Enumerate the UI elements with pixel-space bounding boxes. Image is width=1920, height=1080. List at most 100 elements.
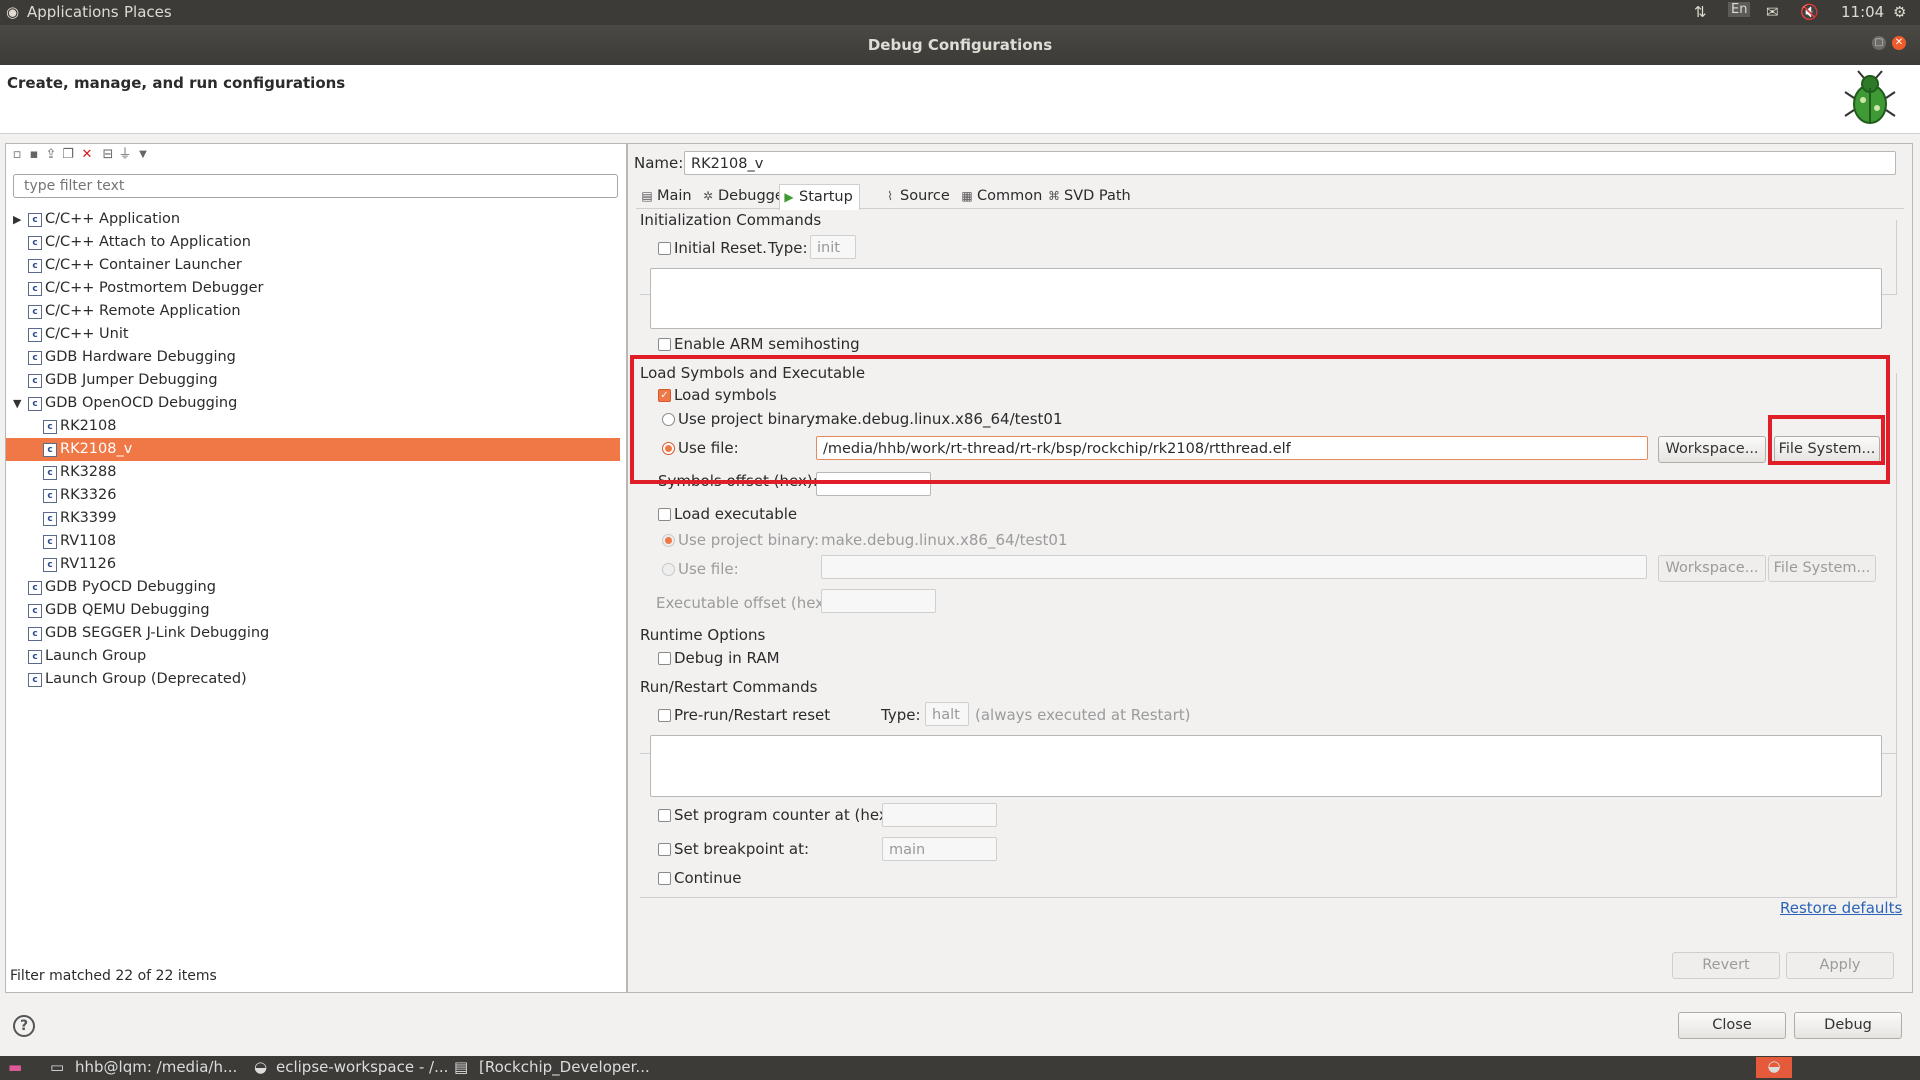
help-icon[interactable]: ? (13, 1015, 35, 1037)
tree-item[interactable]: c RK3288 (6, 461, 620, 484)
tree-item[interactable]: c Launch Group (6, 645, 620, 668)
exec-file-input[interactable] (821, 555, 1647, 579)
exec-project-binary-value: make.debug.linux.x86_64/test01 (821, 531, 1068, 549)
chevron-down-icon[interactable]: ▼ (136, 148, 150, 162)
window-titlebar[interactable]: Debug Configurations ▢ ✕ (0, 25, 1920, 65)
tab-startup[interactable]: ▶ Startup (779, 184, 860, 210)
svd-icon: ⌘ (1048, 189, 1060, 203)
tree-item[interactable]: c RK3399 (6, 507, 620, 530)
keyboard-layout-indicator[interactable]: En (1728, 2, 1751, 17)
semihosting-checkbox[interactable] (658, 338, 671, 351)
delete-icon[interactable]: ✕ (80, 148, 94, 162)
tree-item[interactable]: c Launch Group (Deprecated) (6, 668, 620, 691)
tab-debugger[interactable]: ✲ Debugger (701, 184, 790, 208)
tree-item[interactable]: c RV1126 (6, 553, 620, 576)
tree-item-label: C/C++ Application (45, 211, 181, 227)
bug-small-icon: ✲ (702, 189, 714, 203)
close-button[interactable]: Close (1678, 1012, 1786, 1039)
tree-item[interactable]: c GDB SEGGER J-Link Debugging (6, 622, 620, 645)
tree-item[interactable]: c GDB Hardware Debugging (6, 346, 620, 369)
executable-offset-input[interactable] (821, 589, 936, 613)
run-type-input[interactable]: halt (925, 702, 969, 726)
filter-icon[interactable]: ⏚ (118, 148, 132, 162)
play-icon: ▶ (784, 190, 794, 204)
tree-item[interactable]: c RK2108_v (6, 438, 620, 461)
set-pc-input[interactable] (882, 803, 997, 827)
collapse-all-icon[interactable]: ⊟ (101, 148, 115, 162)
tree-item[interactable]: c GDB PyOCD Debugging (6, 576, 620, 599)
run-commands-textarea[interactable] (650, 735, 1882, 797)
load-executable-checkbox[interactable] (658, 508, 671, 521)
exec-use-file-radio[interactable] (662, 563, 675, 576)
tab-common[interactable]: ▦ Common (960, 184, 1042, 208)
exec-filesystem-button[interactable]: File System... (1768, 555, 1876, 582)
eclipse-icon: ◒ (254, 1058, 268, 1076)
tree-item[interactable]: c GDB QEMU Debugging (6, 599, 620, 622)
init-type-label: Type: (768, 239, 808, 257)
tree-item[interactable]: c C/C++ Container Launcher (6, 254, 620, 277)
new-configuration-icon[interactable]: ▫ (10, 148, 24, 162)
tree-item[interactable]: ▼ c GDB OpenOCD Debugging (6, 392, 620, 415)
init-commands-textarea[interactable] (650, 268, 1882, 329)
tree-item[interactable]: c C/C++ Remote Application (6, 300, 620, 323)
debug-button[interactable]: Debug (1794, 1012, 1902, 1039)
mail-icon[interactable]: ✉ (1766, 3, 1779, 21)
configuration-tree-panel: ▫ ▪ ⇪ ❐ ✕ ⊟ ⏚ ▼ ▶cC/C++ ApplicationcC/C+… (5, 143, 627, 993)
export-icon[interactable]: ⇪ (44, 148, 58, 162)
tree-item[interactable]: ▶ c C/C++ Application (6, 208, 620, 231)
apply-button[interactable]: Apply (1786, 952, 1894, 979)
close-icon[interactable]: ✕ (1892, 36, 1906, 50)
tree-item-label: C/C++ Remote Application (45, 303, 241, 319)
tab-svd-path[interactable]: ⌘ SVD Path (1047, 184, 1131, 208)
debug-in-ram-checkbox[interactable] (658, 652, 671, 665)
tree-item[interactable]: c GDB Jumper Debugging (6, 369, 620, 392)
exec-workspace-button[interactable]: Workspace... (1658, 555, 1766, 582)
terminal-icon: ▭ (50, 1058, 65, 1076)
tree-item[interactable]: c RK3326 (6, 484, 620, 507)
pre-run-checkbox[interactable] (658, 709, 671, 722)
document-icon: ▤ (641, 189, 653, 203)
exec-project-binary-radio[interactable] (662, 534, 675, 547)
tab-source[interactable]: ⌇ Source (883, 184, 950, 208)
gear-icon[interactable]: ⚙ (1893, 3, 1906, 21)
duplicate-icon[interactable]: ❐ (61, 148, 75, 162)
name-input[interactable]: RK2108_v (684, 151, 1896, 175)
new-prototype-icon[interactable]: ▪ (27, 148, 41, 162)
top-panel: ◉ Applications Places ⇅ En ✉ 🔇 11:04 ⚙ (0, 0, 1920, 25)
clock[interactable]: 11:04 (1841, 3, 1884, 21)
run-type-note: (always executed at Restart) (975, 706, 1191, 724)
tree-item-label: GDB SEGGER J-Link Debugging (45, 625, 270, 641)
workspace-switcher-icon[interactable]: ◒ (1756, 1057, 1792, 1078)
tree-item[interactable]: c RK2108 (6, 415, 620, 438)
tree-item[interactable]: c C/C++ Attach to Application (6, 231, 620, 254)
initial-reset-checkbox[interactable] (658, 242, 671, 255)
filter-input[interactable] (13, 174, 618, 198)
launch-config-icon: c (43, 535, 57, 549)
set-breakpoint-checkbox[interactable] (658, 843, 671, 856)
tree-item[interactable]: c RV1108 (6, 530, 620, 553)
taskbar-item-terminal[interactable]: hhb@lqm: /media/h... (75, 1058, 237, 1076)
set-breakpoint-input[interactable]: main (882, 837, 997, 861)
tab-main[interactable]: ▤ Main (640, 184, 691, 208)
set-pc-checkbox[interactable] (658, 809, 671, 822)
chevron-down-icon[interactable]: ▼ (13, 392, 21, 415)
places-menu[interactable]: Places (124, 3, 172, 21)
taskbar-item-document[interactable]: [Rockchip_Developer... (479, 1058, 650, 1076)
set-pc-label: Set program counter at (hex): (674, 806, 899, 824)
revert-button[interactable]: Revert (1672, 952, 1780, 979)
show-desktop-icon[interactable]: ▬ (8, 1058, 22, 1076)
tab-bar: ▤ Main ✲ Debugger ▶ Startup ⌇ Source ▦ Common… (636, 184, 1904, 210)
dialog-heading: Create, manage, and run configurations (7, 74, 346, 92)
continue-checkbox[interactable] (658, 872, 671, 885)
maximize-icon[interactable]: ▢ (1872, 36, 1886, 50)
restore-defaults-link[interactable]: Restore defaults (1780, 899, 1902, 917)
taskbar-item-eclipse[interactable]: eclipse-workspace - /... (276, 1058, 448, 1076)
tree-item-label: RK2108 (60, 418, 117, 434)
chevron-right-icon[interactable]: ▶ (13, 208, 21, 231)
tree-item[interactable]: c C/C++ Postmortem Debugger (6, 277, 620, 300)
network-icon[interactable]: ⇅ (1694, 3, 1707, 21)
volume-muted-icon[interactable]: 🔇 (1800, 3, 1819, 21)
tree-item[interactable]: c C/C++ Unit (6, 323, 620, 346)
applications-menu[interactable]: Applications (27, 3, 119, 21)
init-type-input[interactable]: init (810, 235, 856, 259)
